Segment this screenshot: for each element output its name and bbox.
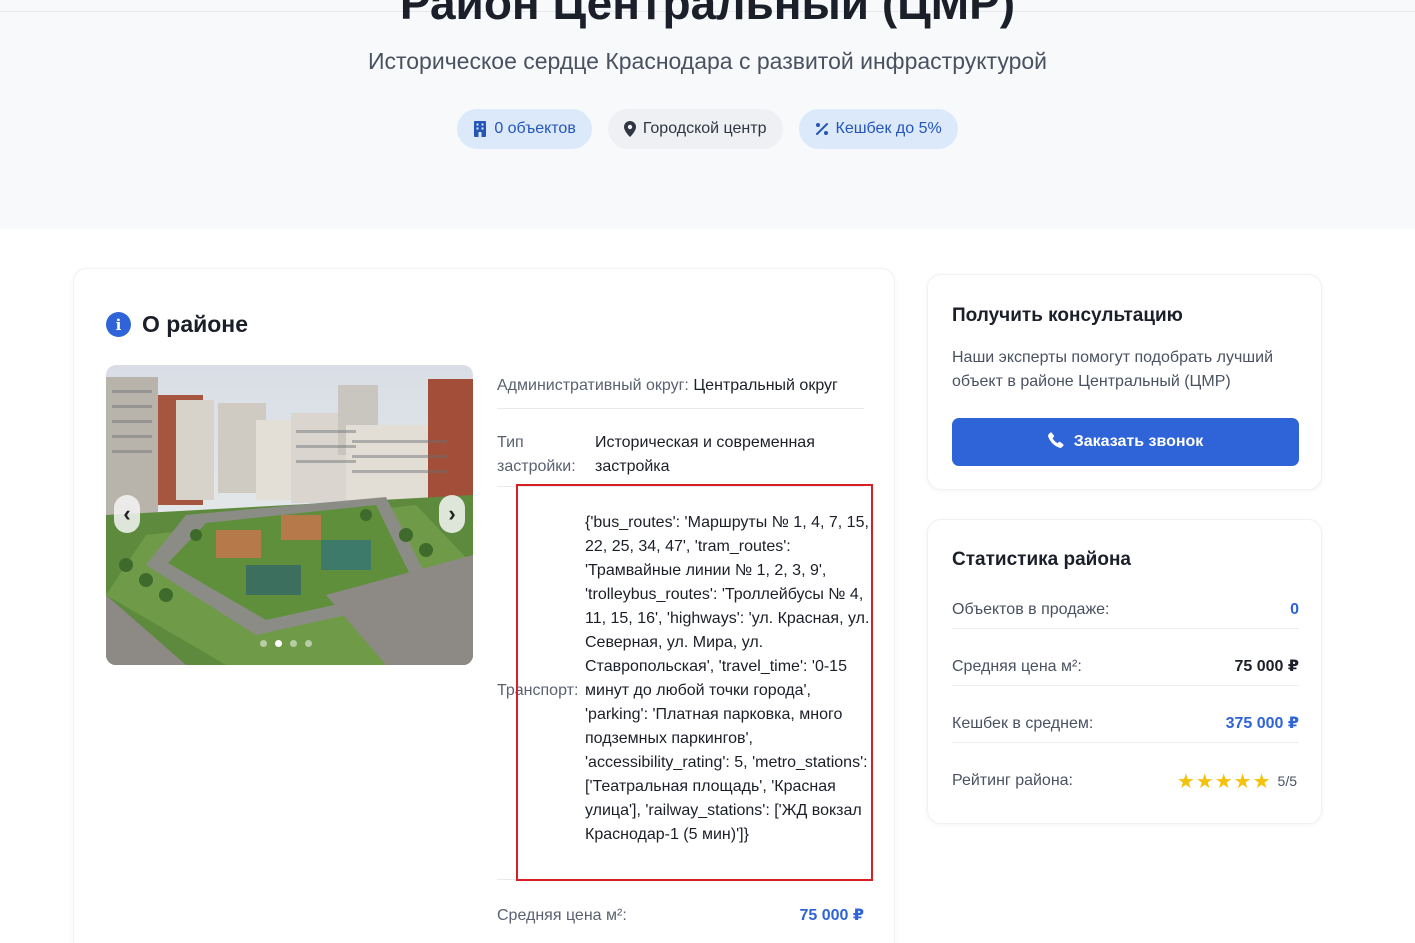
objects-count-label: 0 объектов [494, 120, 576, 137]
stat-rating-label: Рейтинг района: [952, 772, 1073, 789]
stats-title: Статистика района [952, 549, 1131, 570]
stat-cashback-value: 375 000 ₽ [1225, 715, 1299, 732]
map-pin-icon [623, 121, 636, 137]
divider [497, 486, 864, 487]
stat-avg-price-value: 75 000 ₽ [1234, 658, 1299, 675]
gallery-dot-active[interactable] [275, 640, 282, 647]
gallery-dot[interactable] [260, 640, 267, 647]
about-title: О районе [142, 311, 248, 337]
consultation-title: Получить консультацию [952, 305, 1183, 326]
stat-objects-row: Объектов в продаже: 0 [952, 599, 1299, 621]
transport-label: Транспорт: [497, 682, 579, 699]
gallery-dots [260, 640, 312, 647]
avg-price-value: 75 000 ₽ [799, 907, 864, 924]
cashback-label: Кешбек до 5% [835, 120, 942, 137]
divider [952, 685, 1299, 686]
gallery-next-button[interactable]: › [439, 495, 465, 533]
hero-section: Район Центральный (ЦМР) Историческое сер… [0, 0, 1415, 229]
gallery-dot[interactable] [290, 640, 297, 647]
divider [952, 628, 1299, 629]
stat-cashback-label: Кешбек в среднем: [952, 715, 1094, 732]
building-icon [473, 121, 487, 137]
order-call-label: Заказать звонок [1073, 433, 1204, 450]
info-icon: i [106, 312, 131, 337]
transport-value: {'bus_routes': 'Маршруты № 1, 4, 7, 15, … [585, 514, 870, 843]
consultation-text: Наши эксперты помогут подобрать лучший о… [952, 349, 1274, 390]
star-icon: ★ [1233, 769, 1252, 793]
star-icon: ★ [1195, 769, 1214, 793]
district-photo-gallery[interactable]: ‹ › [106, 365, 473, 665]
stat-cashback-row: Кешбек в среднем: 375 000 ₽ [952, 713, 1299, 735]
avg-price-label: Средняя цена м²: [497, 907, 627, 924]
objects-count-chip[interactable]: 0 объектов [457, 109, 592, 149]
about-header: i О районе [106, 311, 248, 338]
star-icon: ★ [1176, 769, 1195, 793]
page-subtitle: Историческое сердце Краснодара с развито… [367, 48, 1048, 74]
admin-district-value: Центральный округ [693, 377, 838, 394]
order-call-button[interactable]: Заказать звонок [952, 418, 1299, 466]
city-center-chip[interactable]: Городской центр [607, 109, 783, 149]
divider [952, 742, 1299, 743]
rating-stars: ★ ★ ★ ★ ★ 5/5 [1177, 770, 1297, 792]
divider [497, 408, 864, 409]
building-type-value: Историческая и современная застройка [595, 434, 815, 475]
star-icon: ★ [1252, 769, 1271, 793]
stat-objects-label: Объектов в продаже: [952, 601, 1110, 618]
divider [497, 879, 864, 880]
avg-price-row: Средняя цена м²: 75 000 ₽ [497, 905, 864, 927]
star-icon: ★ [1214, 769, 1233, 793]
stat-avg-price-label: Средняя цена м²: [952, 658, 1082, 675]
admin-district-row: Административный округ: Центральный окру… [497, 375, 864, 397]
admin-district-label: Административный округ: [497, 377, 689, 394]
district-stats-card: Статистика района Объектов в продаже: 0 … [927, 519, 1322, 824]
phone-icon [1047, 431, 1064, 453]
building-type-label: Тип застройки: [497, 434, 576, 475]
gallery-prev-button[interactable]: ‹ [114, 495, 140, 533]
cashback-chip[interactable]: Кешбек до 5% [798, 109, 958, 149]
district-photo [106, 365, 473, 665]
stat-avg-price-row: Средняя цена м²: 75 000 ₽ [952, 656, 1299, 678]
page-title: Район Центральный (ЦМР) [399, 0, 1016, 29]
percent-icon [815, 122, 829, 136]
consultation-card: Получить консультацию Наши эксперты помо… [927, 274, 1322, 490]
gallery-dot[interactable] [305, 640, 312, 647]
hero-chips: 0 объектов Городской центр Кешбек до 5% [0, 109, 1415, 149]
city-center-label: Городской центр [642, 120, 767, 137]
stat-objects-value: 0 [1290, 601, 1299, 618]
rating-value: 5/5 [1277, 773, 1297, 789]
